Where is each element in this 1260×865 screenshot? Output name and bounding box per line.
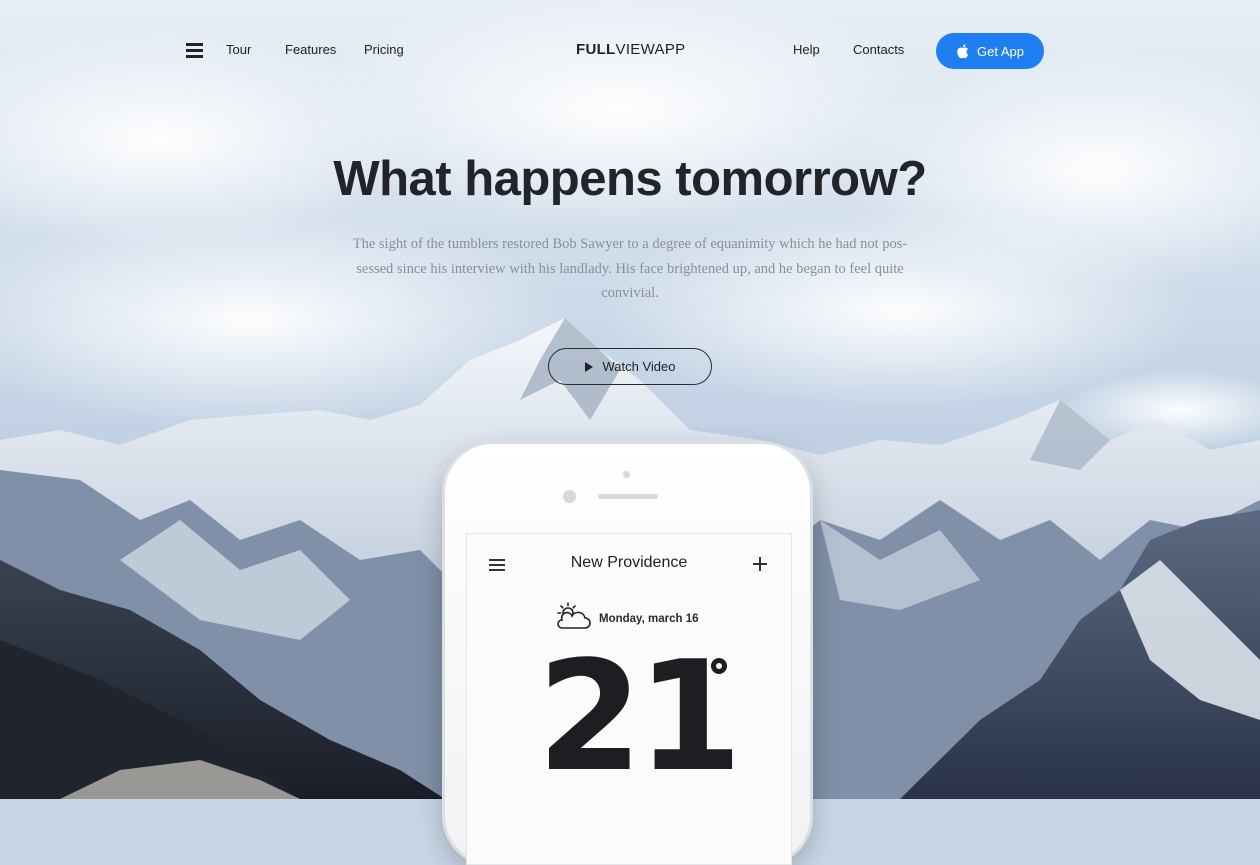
app-date: Monday, march 16 bbox=[599, 613, 699, 625]
top-navigation: Tour Features Pricing FULLVIEWAPP Help C… bbox=[0, 0, 1260, 100]
app-temperature: 21 bbox=[537, 628, 743, 805]
watch-video-button[interactable]: Watch Video bbox=[548, 348, 712, 385]
hero-description: The sight of the tumblers restored Bob S… bbox=[312, 232, 948, 306]
brand-logo-rest: VIEWAPP bbox=[615, 41, 686, 58]
nav-link-help[interactable]: Help bbox=[793, 42, 820, 58]
phone-speaker bbox=[598, 494, 658, 499]
degree-icon bbox=[711, 658, 727, 674]
hero-description-line: The sight of the tumblers restored Bob S… bbox=[352, 236, 908, 252]
get-app-label: Get App bbox=[977, 43, 1024, 59]
nav-link-features[interactable]: Features bbox=[285, 42, 336, 58]
nav-link-tour[interactable]: Tour bbox=[226, 42, 251, 58]
phone-mockup: New Providence Monday, march 16 21 bbox=[445, 444, 810, 865]
brand-logo-bold: FULL bbox=[576, 41, 616, 58]
phone-camera bbox=[563, 490, 576, 503]
hero-description-line: sessed since his interview with his land… bbox=[356, 260, 904, 277]
play-icon bbox=[584, 361, 593, 372]
brand-logo[interactable]: FULLVIEWAPP bbox=[576, 41, 685, 59]
hamburger-menu-icon[interactable] bbox=[186, 43, 203, 58]
phone-screen: New Providence Monday, march 16 21 bbox=[466, 533, 792, 865]
phone-sensor bbox=[623, 471, 630, 478]
apple-icon bbox=[957, 44, 969, 59]
nav-link-contacts[interactable]: Contacts bbox=[853, 42, 904, 58]
add-location-icon[interactable] bbox=[752, 556, 768, 572]
app-city-title: New Providence bbox=[570, 554, 688, 571]
nav-link-pricing[interactable]: Pricing bbox=[364, 42, 404, 58]
watch-video-label: Watch Video bbox=[602, 359, 676, 374]
hero-description-line: convivial. bbox=[601, 285, 659, 301]
get-app-button[interactable]: Get App bbox=[936, 33, 1044, 69]
hero-title: What happens tomorrow? bbox=[333, 152, 927, 206]
